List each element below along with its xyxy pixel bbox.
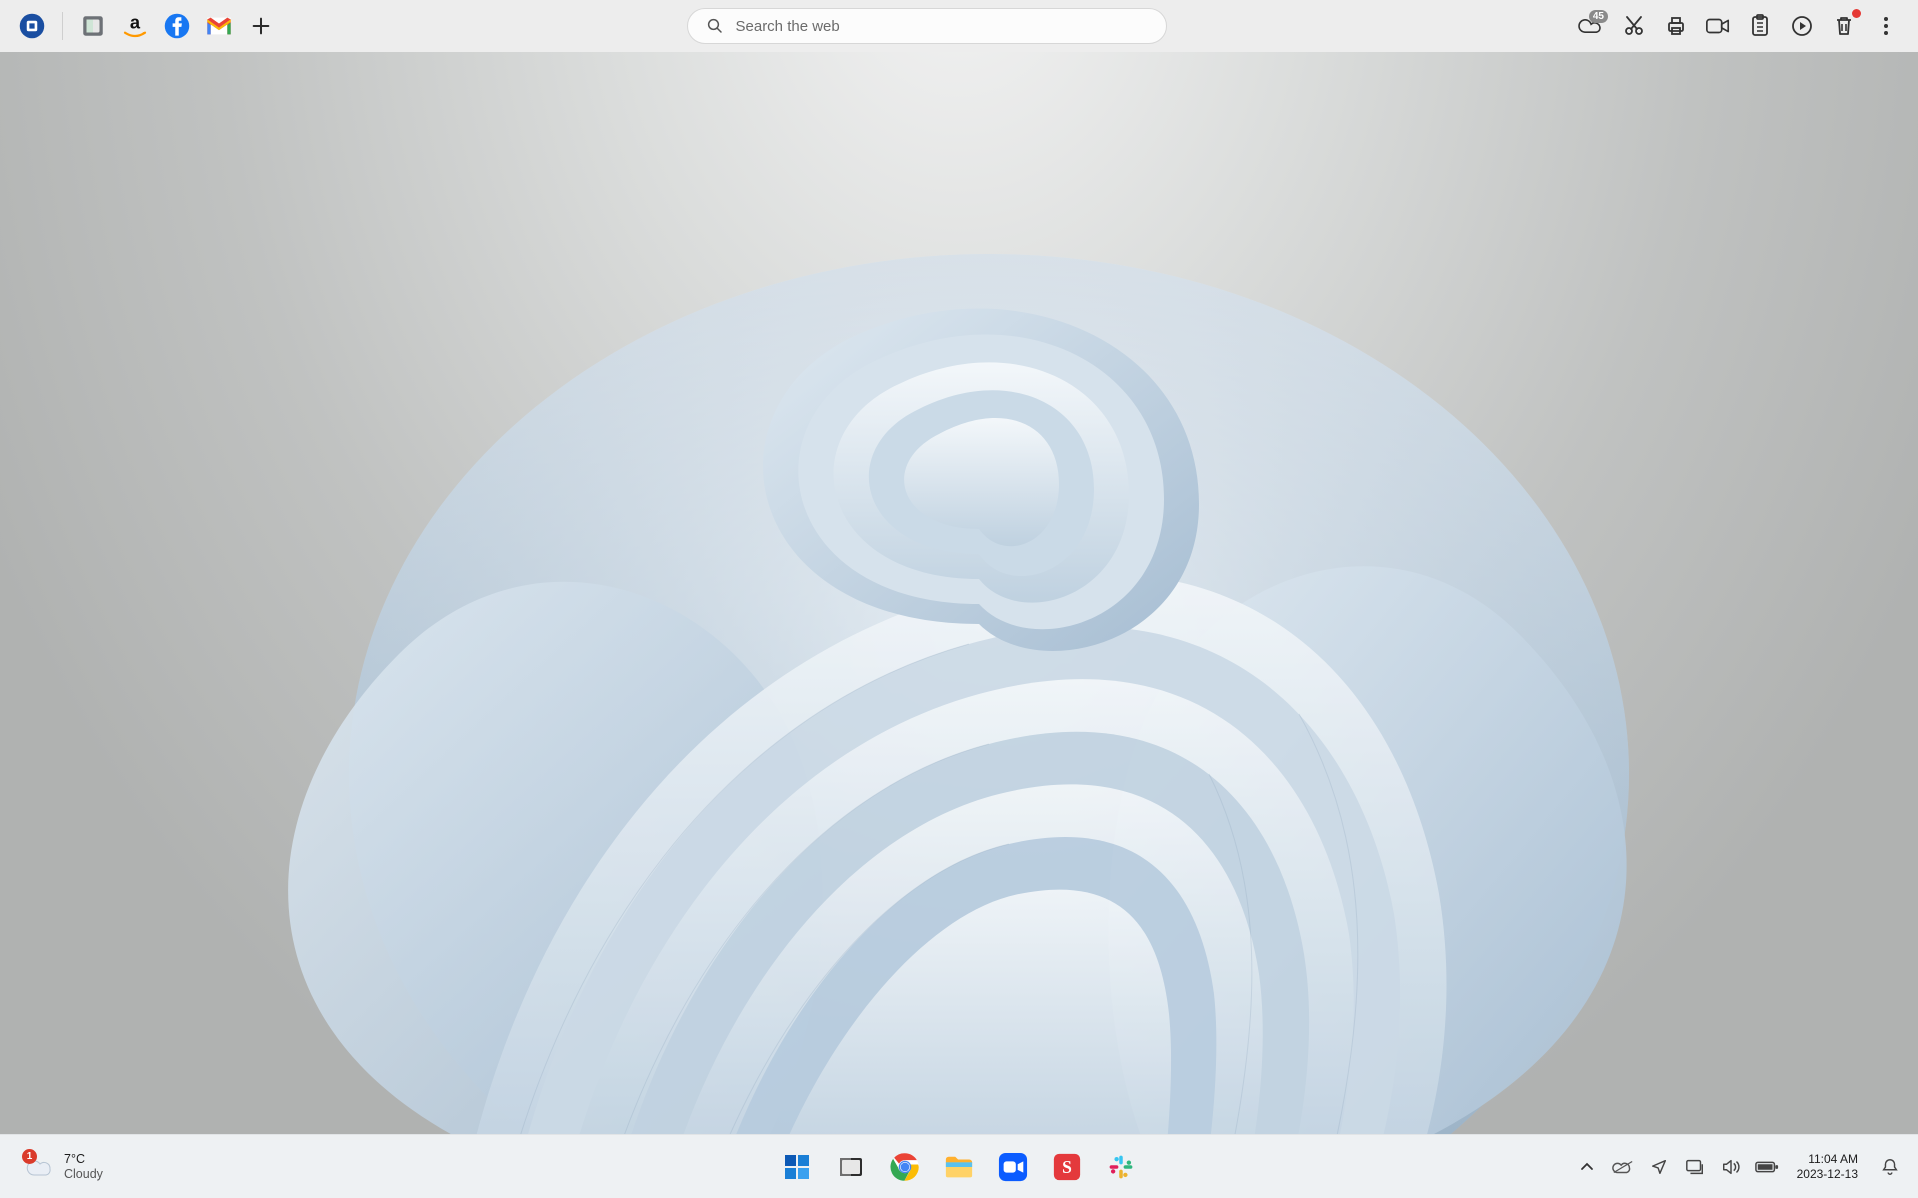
printer-icon xyxy=(1664,14,1688,38)
clock-date: 2023-12-13 xyxy=(1797,1167,1858,1182)
desktop-wallpaper xyxy=(0,52,1918,1134)
weather-cloud-icon: 1 xyxy=(24,1151,56,1183)
start-button[interactable] xyxy=(775,1145,819,1189)
zoom-icon xyxy=(998,1152,1028,1182)
location-icon xyxy=(1650,1158,1668,1176)
battery-icon xyxy=(1755,1160,1779,1174)
weather-badge: 45 xyxy=(1589,10,1608,23)
player-button[interactable] xyxy=(1784,8,1820,44)
windows-start-icon xyxy=(782,1152,812,1182)
gmail-shortcut[interactable] xyxy=(201,8,237,44)
speaker-icon xyxy=(1721,1158,1741,1176)
separator xyxy=(62,12,63,40)
bloom-graphic xyxy=(159,114,1759,1134)
opera-shortcut[interactable] xyxy=(14,8,50,44)
onedrive-tray[interactable] xyxy=(1611,1155,1635,1179)
cloud-icon xyxy=(1612,1159,1634,1175)
svg-text:S: S xyxy=(1062,1157,1072,1177)
print-button[interactable] xyxy=(1658,8,1694,44)
trash-button[interactable] xyxy=(1826,8,1862,44)
taskbar-center: S xyxy=(775,1135,1143,1198)
slack-icon xyxy=(1107,1153,1135,1181)
clipboard-icon xyxy=(1749,14,1771,38)
trash-icon xyxy=(1833,14,1855,38)
gmail-icon xyxy=(204,11,234,41)
more-button[interactable] xyxy=(1868,8,1904,44)
search-input[interactable] xyxy=(736,18,1148,35)
input-tray[interactable] xyxy=(1683,1155,1707,1179)
clipboard-button[interactable] xyxy=(1742,8,1778,44)
scissors-icon xyxy=(1622,14,1646,38)
chrome-icon xyxy=(890,1152,920,1182)
tray-overflow-button[interactable] xyxy=(1575,1155,1599,1179)
tiles-icon xyxy=(80,13,106,39)
zoom-app[interactable] xyxy=(991,1145,1035,1189)
svg-text:a: a xyxy=(130,12,141,33)
more-vert-icon xyxy=(1876,14,1896,38)
trash-alert-dot xyxy=(1852,9,1861,18)
speed-dial-bar: a xyxy=(0,0,1918,52)
weather-condition: Cloudy xyxy=(64,1167,103,1182)
amazon-shortcut[interactable]: a xyxy=(117,8,153,44)
folder-icon xyxy=(944,1153,974,1181)
snip-button[interactable] xyxy=(1616,8,1652,44)
taskbar: 1 7°C Cloudy xyxy=(0,1134,1918,1198)
file-explorer-app[interactable] xyxy=(937,1145,981,1189)
monitor-icon xyxy=(1685,1158,1705,1176)
weather-widget[interactable]: 1 7°C Cloudy xyxy=(14,1143,113,1191)
clock-time: 11:04 AM xyxy=(1797,1152,1858,1167)
slack-app[interactable] xyxy=(1099,1145,1143,1189)
search-box[interactable] xyxy=(687,8,1167,44)
speed-dial-shortcut[interactable] xyxy=(75,8,111,44)
weather-button[interactable]: 45 xyxy=(1574,8,1610,44)
chevron-up-icon xyxy=(1579,1159,1595,1175)
camera-button[interactable] xyxy=(1700,8,1736,44)
weather-temp: 7°C xyxy=(64,1152,103,1167)
clock-button[interactable]: 11:04 AM 2023-12-13 xyxy=(1791,1148,1864,1186)
system-tray: 11:04 AM 2023-12-13 xyxy=(1575,1143,1904,1191)
facebook-icon xyxy=(163,12,191,40)
weather-alert-badge: 1 xyxy=(22,1149,37,1164)
amazon-icon: a xyxy=(120,11,150,41)
facebook-shortcut[interactable] xyxy=(159,8,195,44)
chrome-app[interactable] xyxy=(883,1145,927,1189)
bell-icon xyxy=(1880,1157,1900,1177)
task-view-button[interactable] xyxy=(829,1145,873,1189)
sogou-icon: S xyxy=(1053,1153,1081,1181)
notifications-button[interactable] xyxy=(1876,1143,1904,1191)
add-shortcut-button[interactable] xyxy=(243,8,279,44)
sogou-app[interactable]: S xyxy=(1045,1145,1089,1189)
opera-icon xyxy=(18,12,46,40)
play-circle-icon xyxy=(1790,14,1814,38)
battery-tray[interactable] xyxy=(1755,1155,1779,1179)
volume-tray[interactable] xyxy=(1719,1155,1743,1179)
video-icon xyxy=(1705,15,1731,37)
search-icon xyxy=(706,17,724,35)
location-tray[interactable] xyxy=(1647,1155,1671,1179)
weather-text: 7°C Cloudy xyxy=(64,1152,103,1182)
plus-icon xyxy=(250,15,272,37)
task-view-icon xyxy=(837,1153,865,1181)
